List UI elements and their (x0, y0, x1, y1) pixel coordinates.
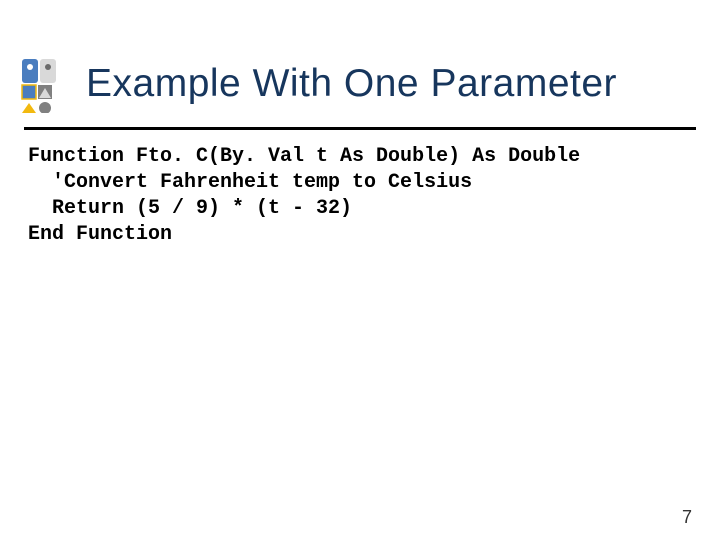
slide-header: Example With One Parameter (0, 0, 720, 123)
logo-icon (20, 55, 78, 113)
code-line-1: Function Fto. C(By. Val t As Double) As … (28, 145, 580, 168)
page-number: 7 (682, 507, 692, 528)
slide-title: Example With One Parameter (86, 62, 617, 106)
code-block: Function Fto. C(By. Val t As Double) As … (0, 144, 720, 248)
code-line-2: 'Convert Fahrenheit temp to Celsius (28, 171, 472, 194)
title-divider (24, 127, 696, 130)
code-line-3: Return (5 / 9) * (t - 32) (28, 197, 352, 220)
code-line-4: End Function (28, 223, 172, 246)
